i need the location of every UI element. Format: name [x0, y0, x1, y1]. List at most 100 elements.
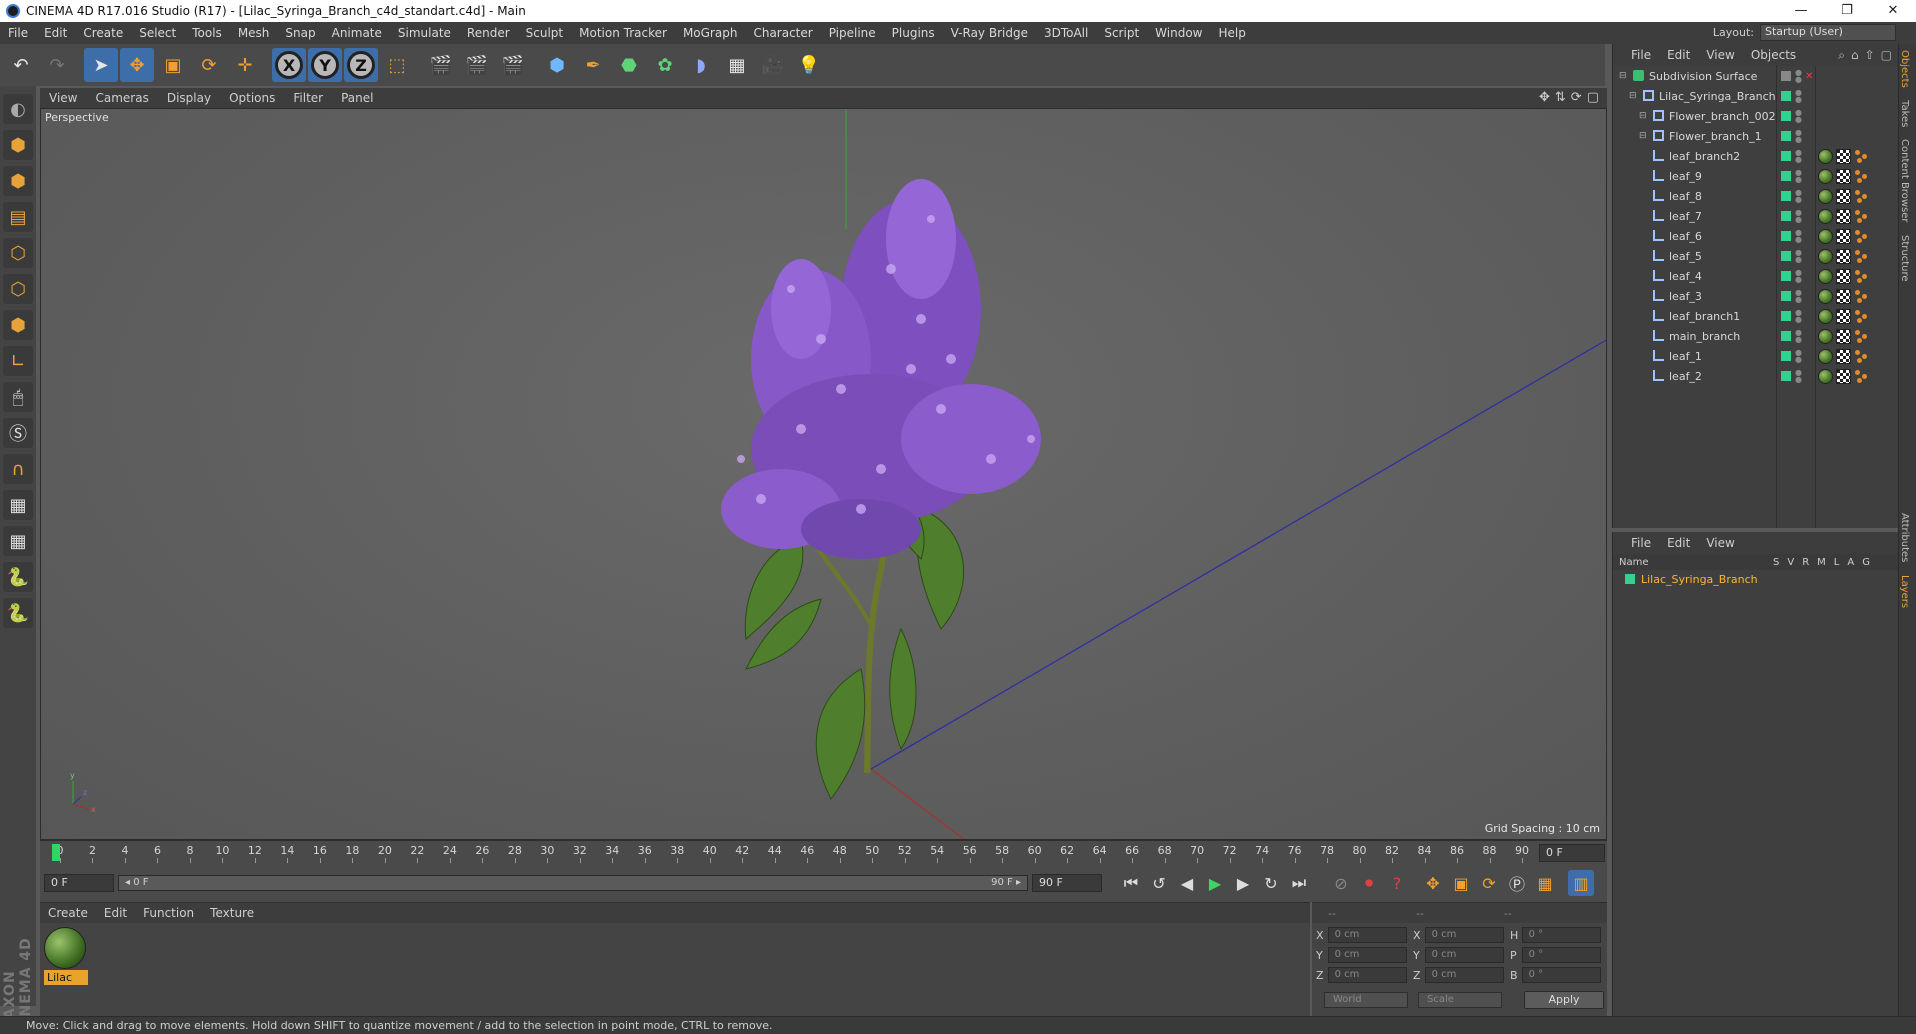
visibility-dots-icon[interactable]: ● ● [1795, 209, 1802, 224]
key-rotation-button[interactable]: ⟳ [1476, 870, 1502, 896]
material-tag-icon[interactable] [1818, 148, 1833, 164]
make-editable-button[interactable]: ◐ [3, 94, 33, 124]
material-tag-icon[interactable] [1818, 228, 1833, 244]
visibility-dots-icon[interactable]: ● ● [1795, 109, 1802, 124]
om-search-icon[interactable]: ⌕ [1838, 48, 1845, 63]
visibility-dots-icon[interactable]: ● ● [1795, 289, 1802, 304]
playhead-marker[interactable] [52, 844, 60, 861]
render-picture-viewer-button[interactable]: 🎬 [460, 48, 494, 82]
layer-color-indicator[interactable] [1781, 271, 1791, 281]
om-settings-icon[interactable]: ▢ [1881, 48, 1892, 63]
menu-render[interactable]: Render [459, 26, 518, 40]
layer-color-indicator[interactable] [1781, 251, 1791, 261]
viewport-menu-cameras[interactable]: Cameras [86, 91, 157, 105]
menu-vray-bridge[interactable]: V-Ray Bridge [943, 26, 1036, 40]
maximize-view-icon[interactable]: ▢ [1587, 90, 1599, 105]
size-z-field[interactable]: 0 cm [1424, 967, 1504, 983]
object-row[interactable]: main_branch ● ● [1613, 326, 1898, 346]
layer-color-swatch[interactable] [1625, 574, 1635, 584]
next-key-button[interactable]: ↻ [1258, 870, 1284, 896]
uvw-tag-icon[interactable] [1836, 328, 1851, 344]
visibility-dots-icon[interactable]: ● ● [1795, 229, 1802, 244]
phong-tag-icon[interactable] [1854, 189, 1869, 204]
material-menu-texture[interactable]: Texture [202, 906, 262, 920]
material-tag-icon[interactable] [1818, 348, 1833, 364]
add-cube-button[interactable]: ⬢ [540, 48, 574, 82]
viewport-menu-panel[interactable]: Panel [332, 91, 382, 105]
expand-toggle-icon[interactable]: ⊟ [1639, 131, 1647, 141]
object-row[interactable]: leaf_branch2 ● ● [1613, 146, 1898, 166]
material-tag-icon[interactable] [1818, 208, 1833, 224]
visibility-dots-icon[interactable]: ● ● [1795, 89, 1802, 104]
object-row[interactable]: ⊟ Lilac_Syringa_Branch ● ● [1613, 86, 1898, 106]
phong-tag-icon[interactable] [1854, 329, 1869, 344]
timeline-ruler[interactable]: 0 2 4 6 8 10 12 14 16 18 20 22 24 26 28 30 32 34 36 38 40 42 4… [40, 840, 1607, 864]
motion-record-button[interactable]: ⊘ [1328, 870, 1354, 896]
uvw-tag-icon[interactable] [1836, 288, 1851, 304]
enabled-toggle-icon[interactable]: ✕ [1805, 71, 1813, 82]
phong-tag-icon[interactable] [1854, 369, 1869, 384]
viewport-menu-display[interactable]: Display [158, 91, 220, 105]
material-tag-icon[interactable] [1818, 328, 1833, 344]
z-axis-lock-button[interactable]: Z [344, 48, 378, 82]
add-camera-button[interactable]: 🎥 [756, 48, 790, 82]
uvw-tag-icon[interactable] [1836, 368, 1851, 384]
menu-edit[interactable]: Edit [36, 26, 75, 40]
model-mode-button[interactable]: ⬢ [3, 130, 33, 160]
key-parameter-button[interactable]: Ⓟ [1504, 870, 1530, 896]
pos-y-field[interactable]: 0 cm [1327, 947, 1407, 963]
layer-color-indicator[interactable] [1781, 351, 1791, 361]
tab-takes[interactable]: Takes [1899, 94, 1910, 133]
tab-content-browser[interactable]: Content Browser [1899, 133, 1910, 228]
undo-button[interactable]: ↶ [4, 48, 38, 82]
object-row[interactable]: leaf_6 ● ● [1613, 226, 1898, 246]
menu-snap[interactable]: Snap [277, 26, 323, 40]
pan-icon[interactable]: ✥ [1539, 90, 1550, 105]
key-scale-button[interactable]: ▣ [1448, 870, 1474, 896]
viewport-menu-filter[interactable]: Filter [284, 91, 332, 105]
preview-range-slider[interactable]: ◂ 0 F 90 F ▸ [118, 875, 1028, 891]
viewport-menu-view[interactable]: View [40, 91, 86, 105]
key-pla-button[interactable]: ▦ [1532, 870, 1558, 896]
material-menu-edit[interactable]: Edit [96, 906, 135, 920]
python-button-2[interactable]: 🐍 [3, 598, 33, 628]
layer-row[interactable]: Lilac_Syringa_Branch [1613, 570, 1898, 588]
object-row[interactable]: leaf_2 ● ● [1613, 366, 1898, 386]
object-row[interactable]: ⊟ Flower_branch_1 ● ● [1613, 126, 1898, 146]
phong-tag-icon[interactable] [1854, 229, 1869, 244]
object-row[interactable]: leaf_3 ● ● [1613, 286, 1898, 306]
play-button[interactable]: ▶ [1202, 870, 1228, 896]
pos-x-field[interactable]: 0 cm [1327, 927, 1407, 943]
material-tag-icon[interactable] [1818, 268, 1833, 284]
visibility-dots-icon[interactable]: ● ● [1795, 249, 1802, 264]
object-row[interactable]: leaf_1 ● ● [1613, 346, 1898, 366]
menu-animate[interactable]: Animate [324, 26, 390, 40]
phong-tag-icon[interactable] [1854, 269, 1869, 284]
edges-mode-button[interactable]: ⬡ [3, 274, 33, 304]
material-tag-icon[interactable] [1818, 248, 1833, 264]
x-axis-lock-button[interactable]: X [272, 48, 306, 82]
material-swatch-lilac[interactable]: Lilac [44, 927, 88, 985]
restore-button[interactable]: ❐ [1824, 0, 1870, 22]
go-to-start-button[interactable]: ⏮ [1118, 870, 1144, 896]
material-menu-function[interactable]: Function [135, 906, 202, 920]
menu-character[interactable]: Character [745, 26, 820, 40]
add-floor-button[interactable]: ▦ [720, 48, 754, 82]
lm-menu-edit[interactable]: Edit [1659, 536, 1698, 550]
polygons-mode-button[interactable]: ⬢ [3, 310, 33, 340]
add-cloner-button[interactable]: ✿ [648, 48, 682, 82]
col-animation[interactable]: A [1847, 557, 1854, 568]
menu-plugins[interactable]: Plugins [884, 26, 943, 40]
phong-tag-icon[interactable] [1854, 249, 1869, 264]
axis-mode-button[interactable]: ∟ [3, 346, 33, 376]
size-y-field[interactable]: 0 cm [1424, 947, 1504, 963]
visibility-dots-icon[interactable]: ● ● [1795, 129, 1802, 144]
texture-mode-button[interactable]: ⬢ [3, 166, 33, 196]
menu-simulate[interactable]: Simulate [390, 26, 459, 40]
visibility-dots-icon[interactable]: ● ● [1795, 169, 1802, 184]
phong-tag-icon[interactable] [1854, 149, 1869, 164]
render-view-button[interactable]: 🎬 [424, 48, 458, 82]
object-row[interactable]: ⊟ Flower_branch_002 ● ● [1613, 106, 1898, 126]
layout-dropdown[interactable]: Startup (User) [1760, 24, 1896, 41]
layer-color-indicator[interactable] [1781, 91, 1791, 101]
